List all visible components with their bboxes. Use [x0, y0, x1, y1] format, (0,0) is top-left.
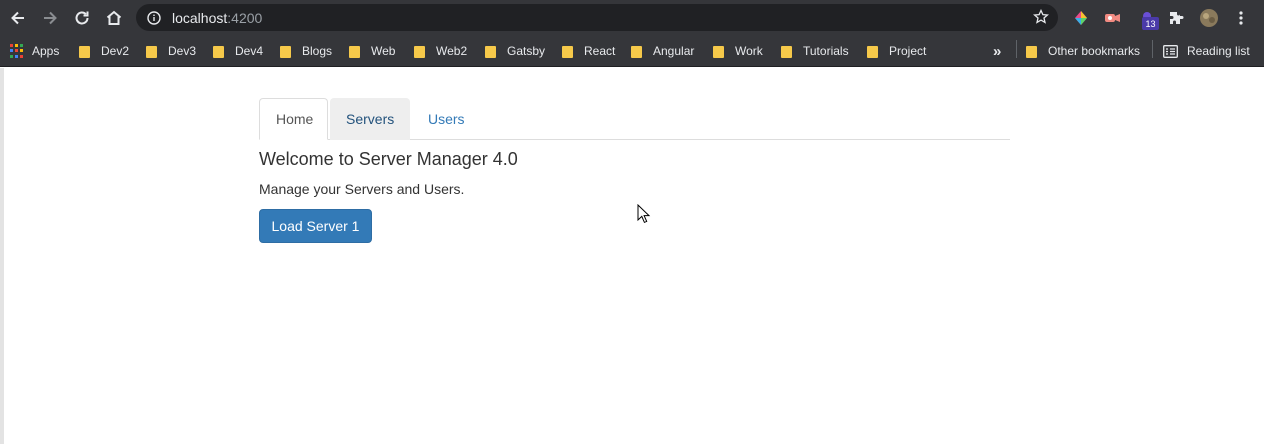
arrow-left-icon [11, 11, 24, 25]
reload-button[interactable] [69, 5, 95, 31]
folder-icon [867, 45, 880, 58]
bookmark-folder[interactable]: Web [349, 41, 395, 61]
reading-list-icon [1163, 44, 1178, 58]
bookmark-folder[interactable]: Dev4 [213, 41, 263, 61]
url-text: localhost:4200 [172, 10, 262, 26]
bookmark-folder[interactable]: Work [713, 41, 763, 61]
folder-icon [562, 45, 575, 58]
bookmark-folder[interactable]: Dev2 [79, 41, 129, 61]
profile-avatar[interactable] [1199, 8, 1219, 28]
folder-icon [79, 45, 92, 58]
browser-toolbar: localhost:4200 13 [0, 0, 1264, 35]
tab-users[interactable]: Users [412, 98, 478, 140]
page-subtitle: Manage your Servers and Users. [259, 181, 465, 197]
folder-icon [414, 45, 427, 58]
forward-button[interactable] [37, 5, 63, 31]
bookmark-folder[interactable]: Angular [631, 41, 694, 61]
bookmarks-divider [1152, 40, 1153, 58]
bookmarks-overflow-button[interactable]: » [993, 41, 1001, 61]
menu-kebab-icon[interactable] [1231, 8, 1251, 28]
folder-icon [781, 45, 794, 58]
bookmark-label: Other bookmarks [1048, 44, 1141, 58]
bookmarks-bar: Apps Dev2 Dev3 Dev4 Blogs Web Web2 Gatsb… [0, 35, 1264, 67]
bookmark-label: Reading list [1187, 44, 1250, 58]
tab-servers[interactable]: Servers [330, 98, 410, 140]
url-port: :4200 [227, 9, 263, 26]
bookmark-label: Blogs [302, 44, 333, 58]
address-bar[interactable]: localhost:4200 [136, 4, 1058, 31]
page-title: Welcome to Server Manager 4.0 [259, 149, 518, 169]
home-icon [106, 10, 122, 25]
load-server-button[interactable]: Load Server 1 [259, 209, 372, 243]
bookmark-label: Tutorials [803, 44, 849, 58]
arrow-right-icon [44, 11, 57, 25]
folder-icon [1026, 45, 1039, 58]
bookmark-folder[interactable]: Dev3 [146, 41, 196, 61]
bookmark-label: Web [371, 44, 396, 58]
bookmark-label: Project [889, 44, 927, 58]
bookmark-folder[interactable]: Blogs [280, 41, 332, 61]
bookmark-label: Dev2 [101, 44, 130, 58]
bookmark-folder[interactable]: Project [867, 41, 926, 61]
bookmark-label: Dev3 [168, 44, 197, 58]
apps-grid-icon [10, 44, 24, 58]
bookmark-label: Apps [32, 44, 60, 58]
folder-icon [280, 45, 293, 58]
reload-icon [75, 11, 89, 25]
bookmark-folder[interactable]: Web2 [414, 41, 467, 61]
bookmark-label: Angular [653, 44, 695, 58]
bookmark-label: Web2 [436, 44, 468, 58]
screencast-extension-icon[interactable] [1102, 8, 1122, 28]
reading-list-button[interactable]: Reading list [1163, 41, 1250, 61]
bookmark-apps[interactable]: Apps [10, 41, 59, 61]
bookmark-label: Dev4 [235, 44, 264, 58]
back-button[interactable] [5, 5, 31, 31]
folder-icon [485, 45, 498, 58]
folder-icon [213, 45, 226, 58]
bookmark-other[interactable]: Other bookmarks [1026, 41, 1140, 61]
color-extension-icon[interactable] [1071, 8, 1091, 28]
info-icon[interactable] [146, 10, 162, 26]
bookmark-folder[interactable]: React [562, 41, 615, 61]
bookmark-label: Work [735, 44, 763, 58]
bookmark-folder[interactable]: Gatsby [485, 41, 545, 61]
url-host: localhost [172, 9, 228, 26]
bookmark-star-icon[interactable] [1033, 8, 1049, 30]
tab-home[interactable]: Home [259, 98, 328, 140]
extension-badge: 13 [1142, 17, 1159, 30]
bookmark-label: Gatsby [507, 44, 546, 58]
nav-tabs: Home Servers Users [259, 98, 1010, 140]
page-content: Home Servers Users Welcome to Server Man… [0, 68, 1264, 444]
bookmark-label: React [584, 44, 616, 58]
folder-icon [631, 45, 644, 58]
mouse-cursor-icon [637, 204, 651, 224]
home-button[interactable] [101, 5, 127, 31]
puzzle-extensions-icon[interactable] [1166, 8, 1186, 28]
folder-icon [349, 45, 362, 58]
folder-icon [713, 45, 726, 58]
folder-icon [146, 45, 159, 58]
bookmarks-divider [1016, 40, 1017, 58]
bookmark-folder[interactable]: Tutorials [781, 41, 849, 61]
